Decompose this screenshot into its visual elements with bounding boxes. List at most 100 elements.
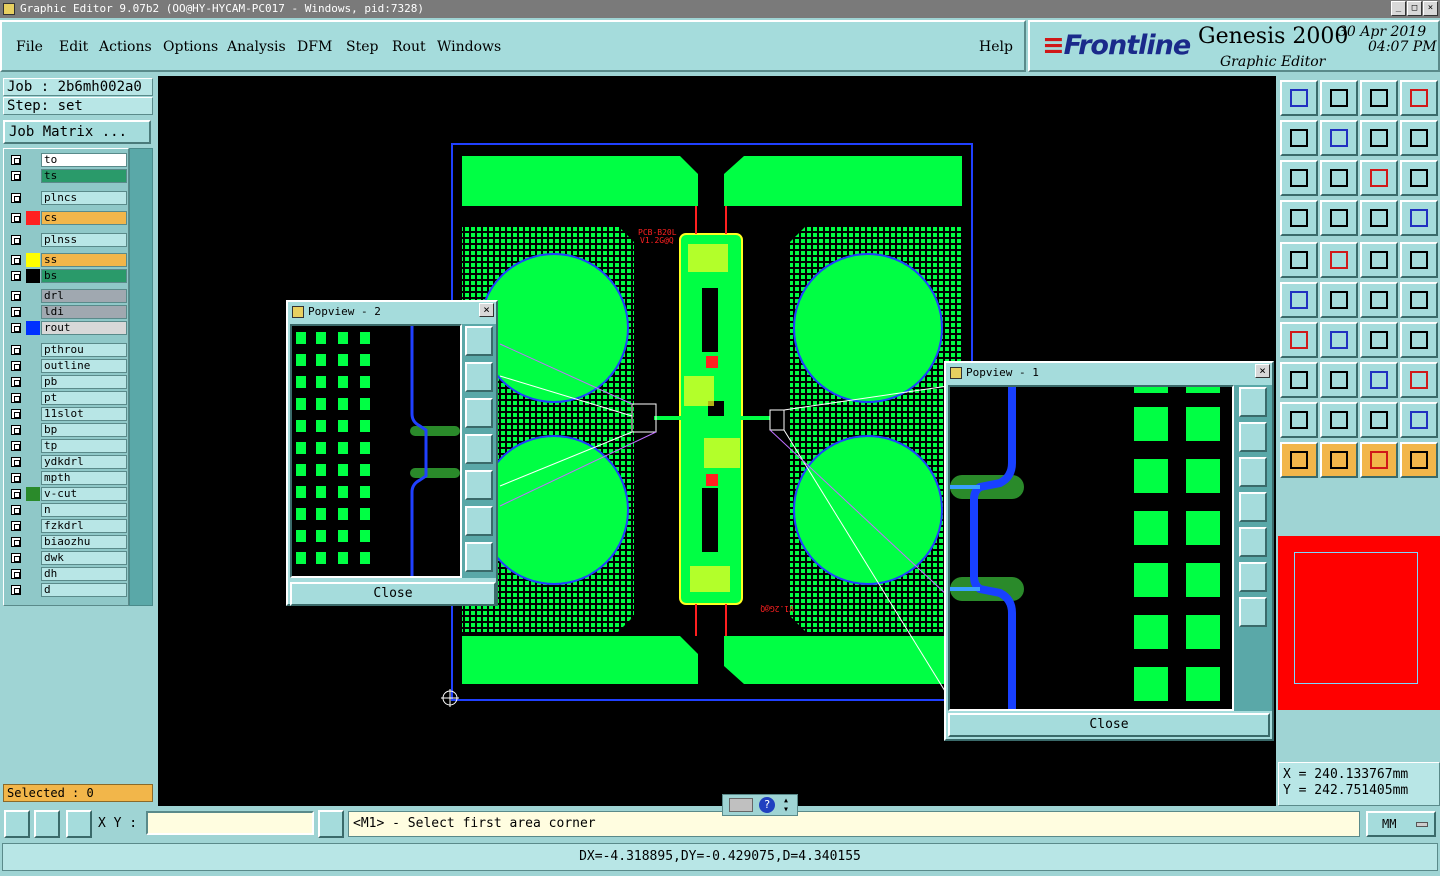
layer-checkbox[interactable]: [11, 521, 21, 531]
popview-zoom-out-icon[interactable]: [1239, 597, 1267, 627]
layer-name[interactable]: pthrou: [41, 343, 127, 357]
menu-step[interactable]: Step: [346, 39, 378, 55]
layer-name[interactable]: pt: [41, 391, 127, 405]
layer-name[interactable]: pb: [41, 375, 127, 389]
popview-pan-left-icon[interactable]: [1239, 492, 1267, 522]
line-edit-icon[interactable]: [1320, 322, 1358, 358]
layer-checkbox[interactable]: [11, 271, 21, 281]
layer-checkbox[interactable]: [11, 569, 21, 579]
triangle-select-icon[interactable]: [1320, 402, 1358, 438]
layer-row-n[interactable]: n: [8, 503, 127, 517]
layer-row-ydkdrl[interactable]: ydkdrl: [8, 455, 127, 469]
menu-edit[interactable]: Edit: [59, 39, 88, 55]
help-icon[interactable]: [1400, 160, 1438, 196]
maximize-button[interactable]: □: [1407, 1, 1422, 16]
layer-row-pt[interactable]: pt: [8, 391, 127, 405]
menu-actions[interactable]: Actions: [99, 39, 152, 55]
array-icon[interactable]: [1360, 362, 1398, 398]
layer-row-d[interactable]: d: [8, 583, 127, 597]
graphic-canvas[interactable]: PCB-B20L V1.2G@Q V1.2G@Q Popview - 2 × C…: [158, 76, 1276, 806]
popview-2-view[interactable]: [290, 324, 462, 578]
layer-checkbox[interactable]: [11, 213, 21, 223]
layer-row-rout[interactable]: rout: [8, 321, 127, 335]
units-select[interactable]: MM: [1366, 811, 1436, 837]
menu-file[interactable]: File: [16, 39, 43, 55]
grid-mode-icon[interactable]: [66, 810, 92, 838]
layer-row-plncs[interactable]: plncs: [8, 191, 127, 205]
layer-checkbox[interactable]: [11, 171, 21, 181]
snap-icon[interactable]: [1320, 200, 1358, 236]
job-matrix-button[interactable]: Job Matrix ...: [3, 120, 151, 144]
connect-icon[interactable]: [1360, 282, 1398, 318]
help-question-icon[interactable]: ?: [759, 797, 775, 813]
select-move-icon[interactable]: [1360, 442, 1398, 478]
layer-checkbox[interactable]: [11, 505, 21, 515]
split-icon[interactable]: [1400, 322, 1438, 358]
layer-name[interactable]: dwk: [41, 551, 127, 565]
zoom-fit-icon[interactable]: [1320, 80, 1358, 116]
cross-icon[interactable]: [1320, 282, 1358, 318]
layer-checkbox[interactable]: [11, 307, 21, 317]
layer-checkbox[interactable]: [11, 361, 21, 371]
layer-checkbox[interactable]: [11, 489, 21, 499]
menu-help[interactable]: Help: [979, 39, 1013, 55]
keyboard-icon[interactable]: [729, 798, 753, 812]
measure-icon[interactable]: [1280, 200, 1318, 236]
circle-icon[interactable]: [1400, 242, 1438, 278]
popview-pan-right-icon[interactable]: [465, 470, 493, 500]
layer-checkbox[interactable]: [11, 441, 21, 451]
add-pad-icon[interactable]: [1280, 242, 1318, 278]
layer-checkbox[interactable]: [11, 323, 21, 333]
menu-windows[interactable]: Windows: [437, 39, 501, 55]
select-path-icon[interactable]: [1400, 442, 1438, 478]
layer-row-ldi[interactable]: ldi: [8, 305, 127, 319]
pan-right-icon[interactable]: [1320, 120, 1358, 156]
menu-dfm[interactable]: DFM: [297, 39, 332, 55]
layer-name[interactable]: biaozhu: [41, 535, 127, 549]
arch-edit-icon[interactable]: [1400, 402, 1438, 438]
popview-pan-down-icon[interactable]: [465, 398, 493, 428]
layer-name[interactable]: ts: [41, 169, 127, 183]
layer-row-mpth[interactable]: mpth: [8, 471, 127, 485]
menu-rout[interactable]: Rout: [392, 39, 426, 55]
arc-icon[interactable]: [1360, 322, 1398, 358]
layer-checkbox[interactable]: [11, 377, 21, 387]
popview-zoom-fit-icon[interactable]: [465, 326, 493, 356]
angle-mode-icon[interactable]: [34, 810, 60, 838]
angle-icon[interactable]: [1280, 322, 1318, 358]
layer-checkbox[interactable]: [11, 553, 21, 563]
layer-name[interactable]: mpth: [41, 471, 127, 485]
popview-2-close-icon[interactable]: ×: [479, 303, 494, 317]
layer-row-outline[interactable]: outline: [8, 359, 127, 373]
net-icon[interactable]: [1280, 282, 1318, 318]
popview-pan-up-icon[interactable]: [1239, 422, 1267, 452]
layer-checkbox[interactable]: [11, 255, 21, 265]
layer-row-bp[interactable]: bp: [8, 423, 127, 437]
layer-row-dh[interactable]: dh: [8, 567, 127, 581]
layer-name[interactable]: bs: [41, 269, 127, 283]
edit-node-icon[interactable]: [1400, 282, 1438, 318]
layers-icon[interactable]: [1360, 200, 1398, 236]
layer-row-v-cut[interactable]: v-cut: [8, 487, 127, 501]
layer-checkbox[interactable]: [11, 155, 21, 165]
menu-analysis[interactable]: Analysis: [227, 39, 286, 55]
minimize-button[interactable]: _: [1391, 1, 1406, 16]
layer-row-dwk[interactable]: dwk: [8, 551, 127, 565]
layer-checkbox[interactable]: [11, 235, 21, 245]
info-icon[interactable]: [318, 810, 344, 838]
group-icon[interactable]: [1400, 362, 1438, 398]
overview-minimap[interactable]: [1278, 536, 1440, 710]
close-window-button[interactable]: ×: [1423, 1, 1438, 16]
layer-name[interactable]: drl: [41, 289, 127, 303]
layer-name[interactable]: outline: [41, 359, 127, 373]
arch-icon[interactable]: [1360, 402, 1398, 438]
layer-checkbox[interactable]: [11, 585, 21, 595]
layer-name[interactable]: d: [41, 583, 127, 597]
layer-checkbox[interactable]: [11, 393, 21, 403]
layer-name[interactable]: plncs: [41, 191, 127, 205]
layer-name[interactable]: tp: [41, 439, 127, 453]
route-icon[interactable]: [1400, 120, 1438, 156]
zoom-out-icon[interactable]: [1320, 160, 1358, 196]
layer-row-biaozhu[interactable]: biaozhu: [8, 535, 127, 549]
layer-name[interactable]: to: [41, 153, 127, 167]
